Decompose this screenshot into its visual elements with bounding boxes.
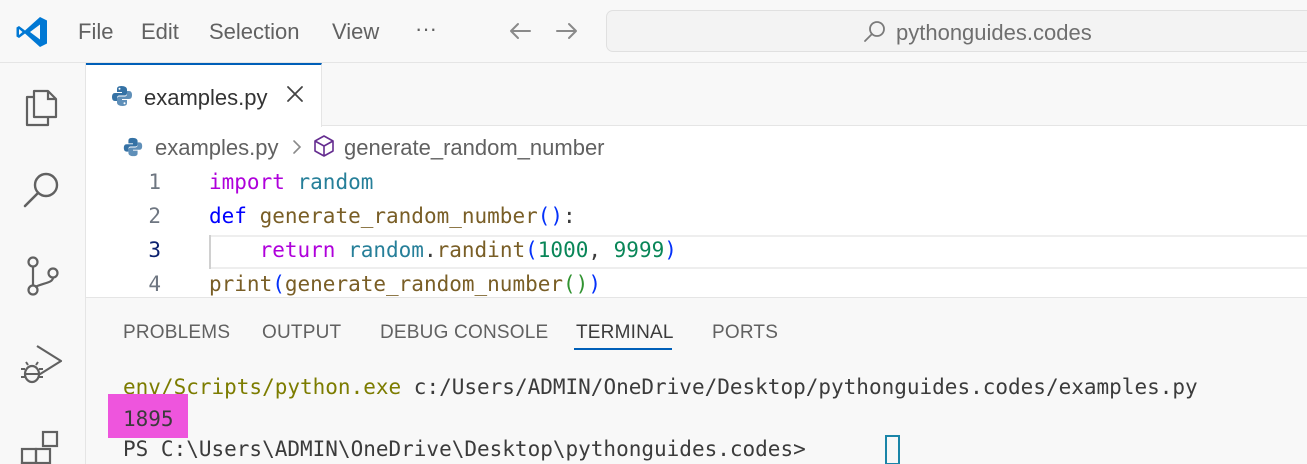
active-tab-indicator (574, 348, 672, 350)
files-icon[interactable] (19, 83, 65, 129)
terminal-prompt: PS C:\Users\ADMIN\OneDrive\Desktop\pytho… (123, 437, 819, 461)
code-token: ( (525, 238, 538, 262)
arrow-left-icon[interactable] (505, 16, 535, 46)
code-editor[interactable]: 1 import random 2 def generate_random_nu… (86, 167, 1307, 297)
menu-more[interactable]: ··· (415, 16, 437, 42)
tab-output[interactable]: OUTPUT (262, 322, 341, 344)
tab-label: examples.py (144, 85, 268, 110)
search-view-icon[interactable] (19, 167, 65, 213)
terminal-command-line: env/Scripts/python.exe c:/Users/ADMIN/On… (123, 375, 1198, 399)
code-token: randint (436, 238, 526, 262)
code-token: . (423, 238, 437, 262)
chevron-right-icon (293, 140, 302, 154)
code-token: ) (664, 238, 677, 262)
code-token: () (537, 204, 564, 228)
breadcrumb: examples.py generate_random_number (86, 127, 1307, 167)
terminal-cursor[interactable] (885, 435, 900, 464)
code-token: ) (588, 272, 601, 296)
menu-edit[interactable]: Edit (141, 19, 179, 45)
vscode-logo-icon[interactable] (14, 14, 50, 50)
tab-examples-py[interactable]: examples.py (86, 63, 322, 127)
code-token: : (563, 204, 576, 228)
python-file-icon (123, 137, 143, 157)
code-token: ( (272, 272, 285, 296)
code-token: def (209, 204, 247, 228)
tab-problems[interactable]: PROBLEMS (123, 322, 230, 344)
line-number: 2 (148, 204, 161, 228)
editor-tab-bar: examples.py (86, 63, 1307, 127)
code-token: import (209, 170, 285, 194)
code-line: 2 def generate_random_number(): (86, 201, 1307, 235)
tab-ports[interactable]: PORTS (712, 322, 778, 344)
search-icon (864, 21, 885, 42)
extensions-icon[interactable] (19, 427, 65, 464)
arrow-right-icon[interactable] (552, 16, 582, 46)
breadcrumb-symbol[interactable]: generate_random_number (344, 135, 605, 161)
search-text: pythonguides.codes (896, 20, 1092, 45)
code-token: return (259, 238, 336, 262)
line-number: 1 (148, 170, 161, 194)
title-bar: File Edit Selection View ··· pythonguide… (0, 0, 1307, 63)
activity-bar (0, 63, 86, 464)
line-number: 3 (148, 238, 161, 262)
command-center-search[interactable]: pythonguides.codes (606, 10, 1307, 52)
code-line: 1 import random (86, 167, 1307, 201)
terminal-command-arg: c:/Users/ADMIN/OneDrive/Desktop/pythongu… (401, 375, 1198, 399)
source-control-icon[interactable] (19, 253, 65, 299)
code-token: , (588, 238, 614, 262)
close-icon[interactable] (284, 83, 306, 105)
code-token: random (297, 170, 374, 194)
code-token: print (209, 272, 273, 296)
run-debug-icon[interactable] (19, 341, 65, 387)
menu-file[interactable]: File (78, 19, 113, 45)
code-text: return random.randint(1000, 9999) (209, 238, 677, 262)
method-cube-icon (314, 135, 334, 157)
breadcrumb-file[interactable]: examples.py (155, 135, 279, 161)
python-file-icon (112, 86, 132, 106)
code-token: random (348, 238, 424, 262)
code-text: print(generate_random_number()) (209, 272, 601, 296)
bottom-panel: PROBLEMS OUTPUT DEBUG CONSOLE TERMINAL P… (86, 297, 1307, 464)
code-line-active: 3 return random.randint(1000, 9999) (86, 235, 1307, 269)
terminal-output: 1895 (123, 407, 174, 431)
code-token: () (563, 272, 589, 296)
menu-selection[interactable]: Selection (209, 19, 300, 45)
code-text: import random (209, 170, 373, 194)
tab-debug-console[interactable]: DEBUG CONSOLE (380, 322, 548, 344)
line-number: 4 (148, 272, 161, 296)
code-line: 4 print(generate_random_number()) (86, 269, 1307, 297)
tab-terminal[interactable]: TERMINAL (576, 322, 674, 344)
code-token: 9999 (613, 238, 665, 262)
menu-view[interactable]: View (332, 19, 379, 45)
code-text: def generate_random_number(): (209, 204, 576, 228)
code-token: 1000 (537, 238, 589, 262)
code-token: generate_random_number (284, 272, 564, 296)
code-token: generate_random_number (259, 204, 538, 228)
